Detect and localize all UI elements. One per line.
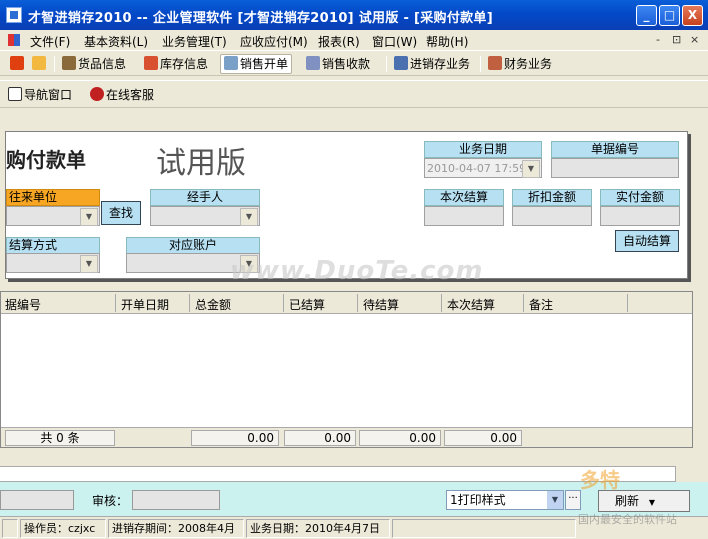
biz-date-label: 业务日期 xyxy=(424,141,542,158)
discount-field[interactable] xyxy=(512,206,592,226)
discount-label: 折扣金额 xyxy=(512,189,592,206)
print-style-select[interactable]: 1打印样式 xyxy=(446,490,564,510)
maximize-button[interactable]: □ xyxy=(659,5,680,26)
this-settle-label: 本次结算 xyxy=(424,189,504,206)
paid-label: 实付金额 xyxy=(600,189,680,206)
doc-icon xyxy=(394,56,408,70)
close-button[interactable]: X xyxy=(682,5,703,26)
print-more-button[interactable]: ··· xyxy=(565,490,581,510)
minimize-button[interactable]: _ xyxy=(636,5,657,26)
status-empty xyxy=(392,519,576,538)
window-title: 才智进销存2010 -- 企业管理软件 [才智进销存2010] 试用版 - [采… xyxy=(28,11,493,26)
menu-business[interactable]: 业务管理(T) xyxy=(162,33,227,50)
settlement-grid: 据编号 开单日期 总金额 已结算 待结算 本次结算 备注 共 0 条 0.00 … xyxy=(0,291,693,448)
receive-icon xyxy=(306,56,320,70)
handler-label: 经手人 xyxy=(150,189,260,206)
status-biz-date: 业务日期：2010年4月7日 xyxy=(246,519,390,538)
auto-settle-button[interactable]: 自动结算 xyxy=(615,230,679,252)
status-operator: 操作员：czjxc xyxy=(20,519,106,538)
mdi-restore-button[interactable]: ⊡ xyxy=(672,33,681,46)
remark-field[interactable] xyxy=(0,466,676,482)
this-settle-field[interactable] xyxy=(424,206,504,226)
edit-button[interactable] xyxy=(32,55,48,73)
menu-receivable-payable[interactable]: 应收应付(M) xyxy=(240,33,308,50)
total-this-settle: 0.00 xyxy=(444,430,522,446)
main-toolbar: 货品信息 库存信息 销售开单 销售收款 进销存业务 财务业务 xyxy=(0,50,708,76)
partner-select[interactable] xyxy=(6,206,100,226)
exit-button[interactable] xyxy=(10,55,26,73)
duote-logo-sub: 国内最安全的软件站 xyxy=(578,513,677,526)
support-icon xyxy=(90,87,104,101)
title-bar: 才智进销存2010 -- 企业管理软件 [才智进销存2010] 试用版 - [采… xyxy=(0,0,708,30)
col-pending[interactable]: 待结算 xyxy=(363,296,399,313)
sale-icon xyxy=(224,56,238,70)
review-field[interactable] xyxy=(132,490,220,510)
total-amount: 0.00 xyxy=(191,430,279,446)
partner-label: 往来单位 xyxy=(6,189,100,206)
settle-method-label: 结算方式 xyxy=(6,237,100,254)
col-this-settle[interactable]: 本次结算 xyxy=(447,296,495,313)
settle-method-select[interactable] xyxy=(6,253,100,273)
col-settled[interactable]: 已结算 xyxy=(289,296,325,313)
total-settled: 0.00 xyxy=(284,430,356,446)
biz-date-value: 2010-04-07 17:59 xyxy=(427,162,527,175)
trial-mark: 试用版 xyxy=(156,146,246,181)
status-period: 进销存期间：2008年4月 xyxy=(108,519,244,538)
inventory-business-button[interactable]: 进销存业务 xyxy=(394,55,470,73)
edit-icon xyxy=(32,56,46,70)
grid-header: 据编号 开单日期 总金额 已结算 待结算 本次结算 备注 xyxy=(1,292,692,314)
menu-basic-data[interactable]: 基本资料(L) xyxy=(84,33,148,50)
nav-icon xyxy=(8,87,22,101)
stock-info-button[interactable]: 库存信息 xyxy=(144,55,208,73)
goods-info-button[interactable]: 货品信息 xyxy=(62,55,126,73)
finance-business-button[interactable]: 财务业务 xyxy=(488,55,552,73)
col-remark[interactable]: 备注 xyxy=(529,296,553,313)
menu-window[interactable]: 窗口(W) xyxy=(372,33,417,50)
grid-footer: 共 0 条 0.00 0.00 0.00 0.00 xyxy=(1,427,692,447)
exit-icon xyxy=(10,56,24,70)
duote-logo: 多特 xyxy=(580,468,620,492)
menu-help[interactable]: 帮助(H) xyxy=(426,33,468,50)
col-total[interactable]: 总金额 xyxy=(195,296,231,313)
house-icon xyxy=(144,56,158,70)
refresh-button[interactable]: 刷新 ▼ xyxy=(598,490,690,512)
paid-field[interactable] xyxy=(600,206,680,226)
finance-icon xyxy=(488,56,502,70)
mdi-minimize-button[interactable]: - xyxy=(656,33,660,46)
sales-receipt-button[interactable]: 销售收款 xyxy=(306,55,370,73)
biz-date-picker[interactable]: 2010-04-07 17:59 xyxy=(424,158,542,178)
col-order-date[interactable]: 开单日期 xyxy=(121,296,169,313)
row-count: 共 0 条 xyxy=(5,430,115,446)
account-label: 对应账户 xyxy=(126,237,260,254)
app-icon xyxy=(6,7,22,23)
menu-bar: 文件(F) 基本资料(L) 业务管理(T) 应收应付(M) 报表(R) 窗口(W… xyxy=(0,30,708,50)
goods-icon xyxy=(62,56,76,70)
mdi-close-button[interactable]: × xyxy=(690,33,699,46)
doc-no-label: 单据编号 xyxy=(551,141,679,158)
handler-select[interactable] xyxy=(150,206,260,226)
maker-field[interactable] xyxy=(0,490,74,510)
review-label: 审核： xyxy=(92,494,129,508)
doc-no-field[interactable] xyxy=(551,158,679,178)
status-icon-cell xyxy=(2,519,18,538)
menu-reports[interactable]: 报表(R) xyxy=(318,33,360,50)
site-watermark: www.DuoTe.com xyxy=(230,256,484,286)
secondary-toolbar: 导航窗口 在线客服 xyxy=(0,80,708,108)
form-title: 购付款单 xyxy=(6,148,86,172)
search-button[interactable]: 查找 xyxy=(101,201,141,225)
sales-order-button[interactable]: 销售开单 xyxy=(220,54,293,74)
navigation-window-button[interactable]: 导航窗口 xyxy=(8,86,72,104)
refresh-dropdown-icon: ▼ xyxy=(648,498,655,507)
mdi-child-icon xyxy=(8,33,20,47)
menu-file[interactable]: 文件(F) xyxy=(30,33,70,50)
online-support-button[interactable]: 在线客服 xyxy=(90,86,154,104)
col-doc-no[interactable]: 据编号 xyxy=(5,296,41,313)
total-pending: 0.00 xyxy=(359,430,441,446)
